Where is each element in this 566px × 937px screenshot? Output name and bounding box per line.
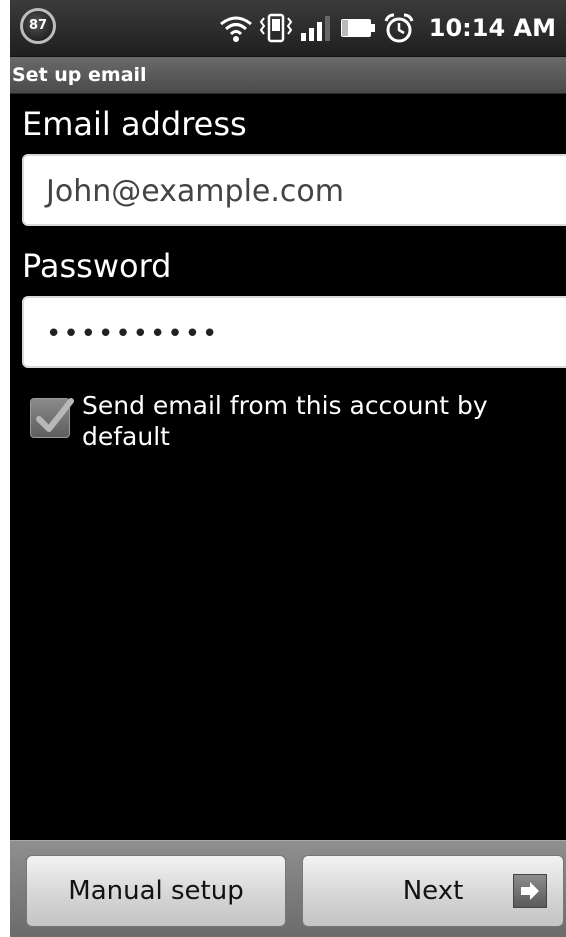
password-label: Password (22, 247, 172, 285)
email-label: Email address (22, 105, 247, 143)
next-label: Next (402, 876, 464, 906)
default-account-label: Send email from this account by default (82, 391, 488, 451)
status-icons: 10:14 AM (219, 0, 556, 56)
battery-level-badge: 87 (20, 8, 56, 44)
battery-icon (339, 13, 377, 43)
email-field[interactable]: John@example.com (22, 154, 566, 226)
signal-icon (299, 13, 333, 43)
manual-setup-button[interactable]: Manual setup (26, 855, 286, 927)
clock-time: 10:14 AM (428, 14, 556, 42)
title-bar: Set up email (10, 57, 566, 94)
vibrate-icon (259, 12, 293, 44)
password-field[interactable]: •••••••••• (22, 296, 566, 368)
wifi-icon (219, 13, 253, 43)
arrow-right-icon (513, 874, 547, 908)
default-account-checkbox[interactable] (30, 398, 74, 438)
next-button[interactable]: Next (302, 855, 564, 927)
bottom-button-bar: Manual setup Next (10, 840, 566, 937)
alarm-icon (383, 12, 415, 44)
page-title: Set up email (12, 64, 147, 86)
status-bar: 87 10:14 AM (10, 0, 566, 57)
manual-setup-label: Manual setup (68, 876, 244, 906)
phone-screen: 87 10:14 AM Set up email Email address J… (10, 0, 566, 937)
checkmark-icon (36, 398, 74, 432)
